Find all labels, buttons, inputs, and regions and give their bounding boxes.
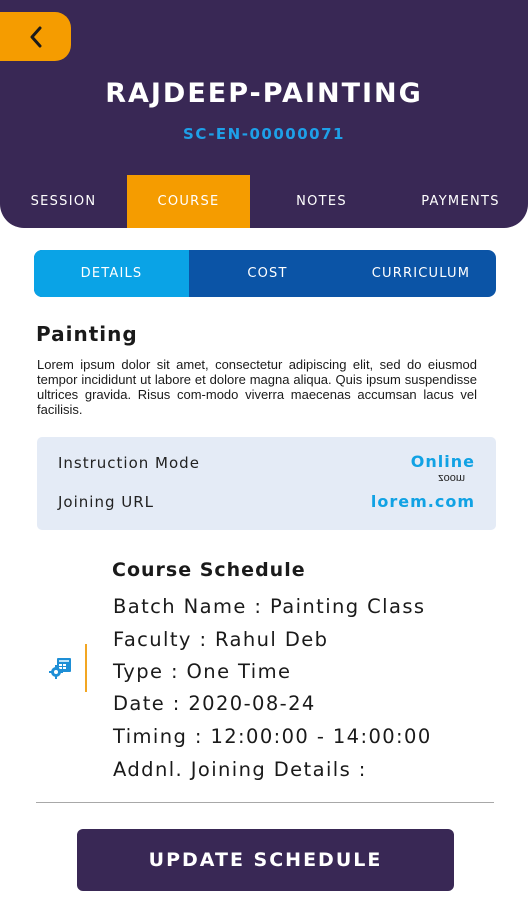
update-schedule-button[interactable]: UPDATE SCHEDULE <box>77 829 454 891</box>
tab-payments[interactable]: PAYMENTS <box>393 175 528 228</box>
section-divider <box>36 802 494 803</box>
info-box: Instruction Mode Online zoom Joining URL… <box>37 437 496 530</box>
app-header: RAJDEEP-PAINTING SC-EN-00000071 SESSION … <box>0 0 528 228</box>
joining-url-label: Joining URL <box>58 493 154 511</box>
back-button[interactable] <box>0 12 71 61</box>
subtab-curriculum[interactable]: CURRICULUM <box>346 250 496 297</box>
schedule-accent-divider <box>85 644 87 692</box>
schedule-title: Course Schedule <box>112 559 306 581</box>
subtab-cost[interactable]: COST <box>189 250 346 297</box>
course-name: Painting <box>36 322 138 346</box>
schedule-date: Date : 2020-08-24 <box>113 692 316 715</box>
joining-url-link[interactable]: lorem.com <box>371 492 475 511</box>
tab-session[interactable]: SESSION <box>0 175 127 228</box>
instruction-mode-sub: zoom <box>438 472 465 484</box>
sub-tabs: DETAILS COST CURRICULUM <box>34 250 496 297</box>
course-description: Lorem ipsum dolor sit amet, consectetur … <box>37 357 477 417</box>
tab-notes[interactable]: NOTES <box>250 175 393 228</box>
instruction-mode-value: Online <box>410 452 475 471</box>
schedule-timing: Timing : 12:00:00 - 14:00:00 <box>113 725 432 748</box>
instruction-mode-label: Instruction Mode <box>58 454 200 472</box>
schedule-type: Type : One Time <box>113 660 292 683</box>
subtab-details[interactable]: DETAILS <box>34 250 189 297</box>
main-tabs: SESSION COURSE NOTES PAYMENTS <box>0 175 528 228</box>
schedule-batch: Batch Name : Painting Class <box>113 595 426 618</box>
page-title: RAJDEEP-PAINTING <box>105 78 423 109</box>
tab-course[interactable]: COURSE <box>127 175 250 228</box>
schedule-addnl-details: Addnl. Joining Details : <box>113 758 367 781</box>
course-code: SC-EN-00000071 <box>183 125 345 143</box>
schedule-settings-icon <box>49 658 71 679</box>
chevron-left-icon <box>30 26 41 47</box>
schedule-faculty: Faculty : Rahul Deb <box>113 628 329 651</box>
